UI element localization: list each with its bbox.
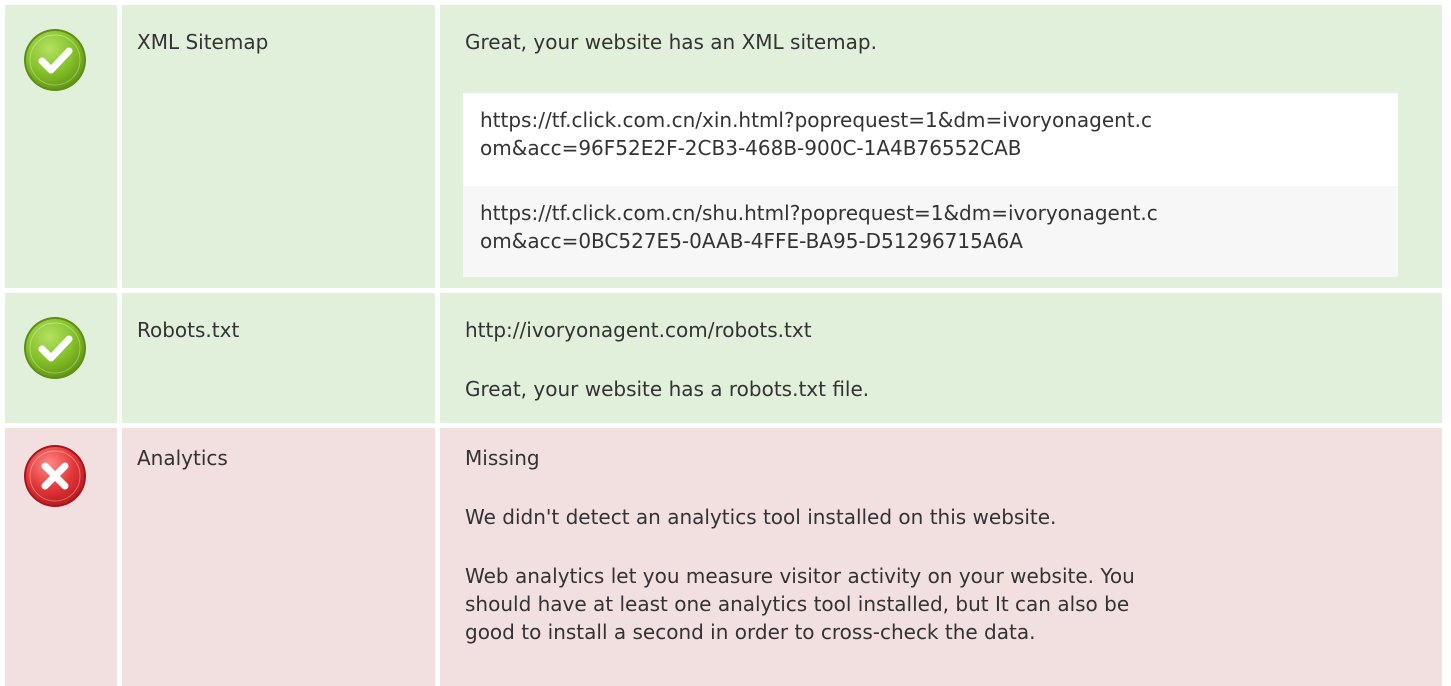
seo-checks-report: XML Sitemap Great, your website has an X… bbox=[0, 0, 1451, 686]
check-row-analytics: Analytics Missing We didn't detect an an… bbox=[0, 428, 1451, 686]
check-description-cell: Missing We didn't detect an analytics to… bbox=[440, 428, 1442, 686]
check-row-xml-sitemap: XML Sitemap Great, your website has an X… bbox=[0, 5, 1451, 288]
check-name-cell: XML Sitemap bbox=[122, 5, 435, 288]
check-message: Great, your website has a robots.txt fil… bbox=[465, 377, 870, 401]
sitemap-url-item: https://tf.click.com.cn/shu.html?poprequ… bbox=[463, 186, 1398, 277]
check-description-cell: Great, your website has an XML sitemap. … bbox=[440, 5, 1442, 288]
check-advice-line: good to install a second in order to cro… bbox=[465, 620, 1036, 644]
sitemap-url-line: om&acc=0BC527E5-0AAB-4FFE-BA95-D51296715… bbox=[480, 229, 1023, 253]
check-row-robots-txt: Robots.txt http://ivoryonagent.com/robot… bbox=[0, 293, 1451, 423]
robots-url: http://ivoryonagent.com/robots.txt bbox=[465, 318, 812, 342]
check-name-cell: Analytics bbox=[122, 428, 435, 686]
check-description-cell: http://ivoryonagent.com/robots.txt Great… bbox=[440, 293, 1442, 423]
check-name: Analytics bbox=[137, 446, 228, 470]
sitemap-url-line: https://tf.click.com.cn/xin.html?poprequ… bbox=[480, 108, 1152, 132]
check-advice-line: should have at least one analytics tool … bbox=[465, 592, 1130, 616]
check-name: Robots.txt bbox=[137, 318, 240, 342]
check-message: We didn't detect an analytics tool insta… bbox=[465, 505, 1057, 529]
sitemap-url-line: https://tf.click.com.cn/shu.html?poprequ… bbox=[480, 201, 1158, 225]
sitemap-url-line: om&acc=96F52E2F-2CB3-468B-900C-1A4B76552… bbox=[480, 136, 1022, 160]
sitemap-url-item: https://tf.click.com.cn/xin.html?poprequ… bbox=[463, 93, 1398, 186]
check-circle-icon bbox=[22, 27, 88, 93]
check-circle-icon bbox=[22, 315, 88, 381]
check-name-cell: Robots.txt bbox=[122, 293, 435, 423]
status-cell bbox=[5, 428, 117, 686]
check-message: Great, your website has an XML sitemap. bbox=[465, 30, 877, 54]
cross-circle-icon bbox=[22, 443, 88, 509]
check-name: XML Sitemap bbox=[137, 30, 269, 54]
check-result: Missing bbox=[465, 446, 540, 470]
check-advice-line: Web analytics let you measure visitor ac… bbox=[465, 564, 1135, 588]
status-cell bbox=[5, 293, 117, 423]
status-cell bbox=[5, 5, 117, 288]
